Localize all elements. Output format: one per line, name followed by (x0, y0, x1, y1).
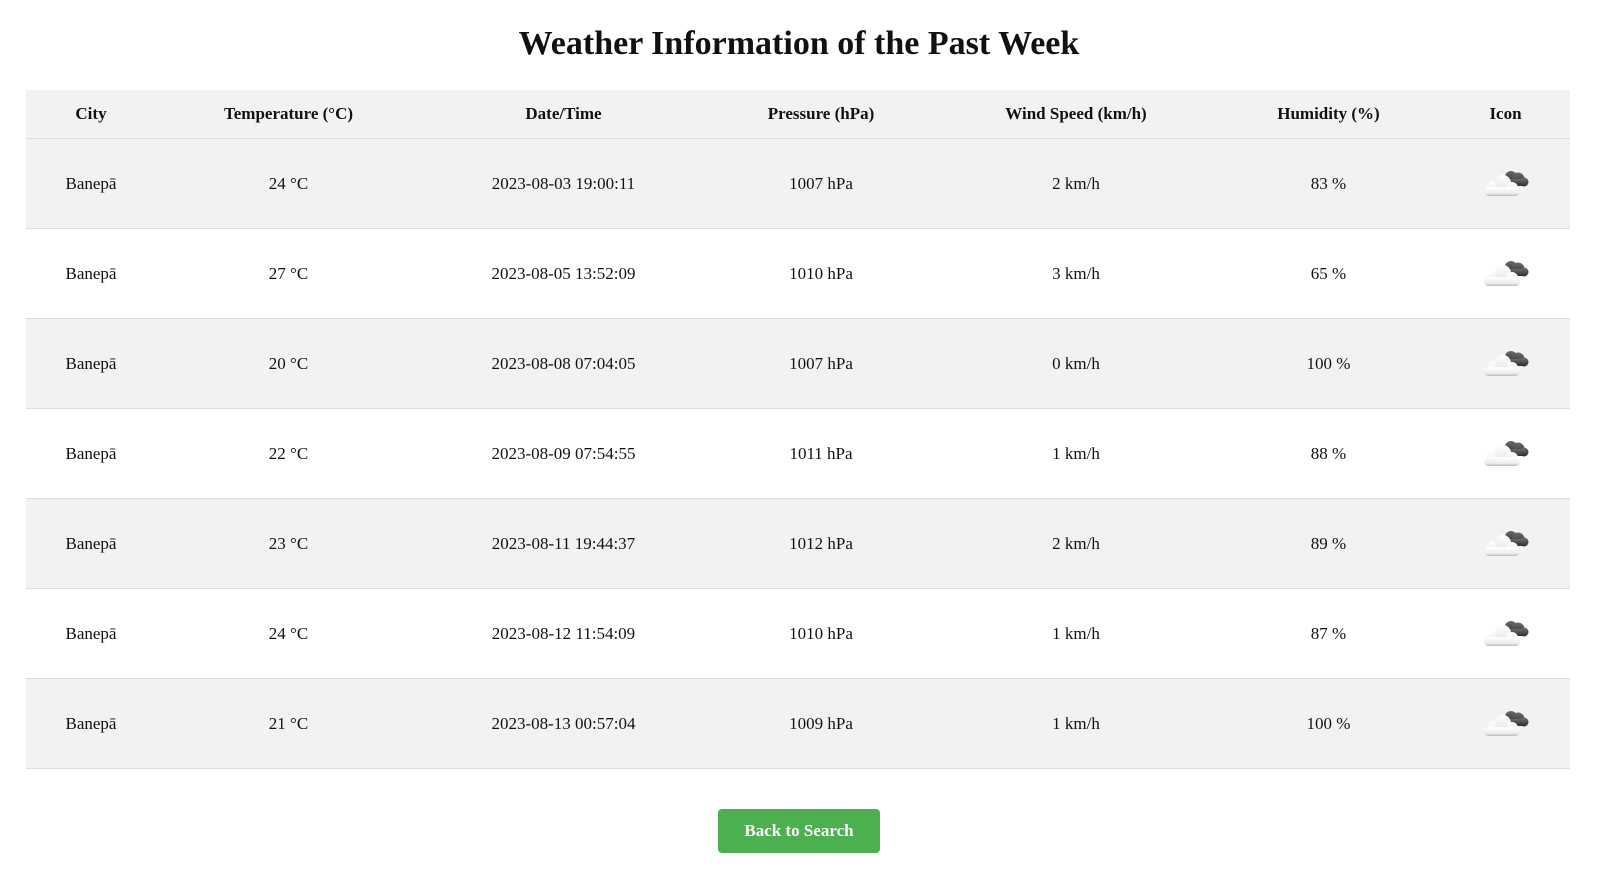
icon-cell (1441, 408, 1570, 499)
table-row: Banepā 24 °C 2023-08-03 19:00:11 1007 hPa 2 … (26, 138, 1570, 229)
page-title: Weather Information of the Past Week (518, 25, 1080, 62)
column-header-city: City (26, 90, 156, 139)
city-cell: Banepā (26, 408, 156, 499)
city-cell: Banepā (26, 318, 156, 409)
table-body: Banepā 24 °C 2023-08-03 19:00:11 1007 hPa 2 … (26, 138, 1570, 769)
partly-cloudy-icon (1480, 527, 1532, 561)
wind-speed-cell: 2 km/h (936, 138, 1216, 229)
pressure-cell: 1012 hPa (706, 498, 936, 589)
temperature-cell: 23 °C (156, 498, 421, 589)
wind-speed-cell: 1 km/h (936, 588, 1216, 679)
table-row: Banepā 23 °C 2023-08-11 19:44:37 1012 hPa 2 … (26, 498, 1570, 589)
humidity-cell: 100 % (1216, 678, 1441, 769)
column-header-humidity: Humidity (%) (1216, 90, 1441, 139)
pressure-cell: 1009 hPa (706, 678, 936, 769)
temperature-cell: 20 °C (156, 318, 421, 409)
partly-cloudy-icon (1480, 617, 1532, 651)
temperature-cell: 24 °C (156, 588, 421, 679)
pressure-cell: 1007 hPa (706, 318, 936, 409)
humidity-cell: 100 % (1216, 318, 1441, 409)
datetime-cell: 2023-08-13 00:57:04 (421, 678, 706, 769)
icon-cell (1441, 318, 1570, 409)
icon-cell (1441, 228, 1570, 319)
datetime-cell: 2023-08-12 11:54:09 (421, 588, 706, 679)
city-cell: Banepā (26, 588, 156, 679)
temperature-cell: 24 °C (156, 138, 421, 229)
humidity-cell: 65 % (1216, 228, 1441, 319)
city-cell: Banepā (26, 498, 156, 589)
icon-cell (1441, 498, 1570, 589)
table-row: Banepā 21 °C 2023-08-13 00:57:04 1009 hPa 1 … (26, 678, 1570, 769)
table-row: Banepā 24 °C 2023-08-12 11:54:09 1010 hPa 1 … (26, 588, 1570, 679)
partly-cloudy-icon (1480, 167, 1532, 201)
table-row: Banepā 27 °C 2023-08-05 13:52:09 1010 hPa 3 … (26, 228, 1570, 319)
partly-cloudy-icon (1480, 257, 1532, 291)
icon-cell (1441, 588, 1570, 679)
wind-speed-cell: 1 km/h (936, 678, 1216, 769)
pressure-cell: 1007 hPa (706, 138, 936, 229)
partly-cloudy-icon (1480, 347, 1532, 381)
humidity-cell: 89 % (1216, 498, 1441, 589)
datetime-cell: 2023-08-09 07:54:55 (421, 408, 706, 499)
icon-cell (1441, 678, 1570, 769)
humidity-cell: 88 % (1216, 408, 1441, 499)
city-cell: Banepā (26, 228, 156, 319)
wind-speed-cell: 1 km/h (936, 408, 1216, 499)
temperature-cell: 27 °C (156, 228, 421, 319)
datetime-cell: 2023-08-08 07:04:05 (421, 318, 706, 409)
table-row: Banepā 22 °C 2023-08-09 07:54:55 1011 hPa 1 … (26, 408, 1570, 499)
back-to-search-button[interactable]: Back to Search (718, 809, 880, 853)
temperature-cell: 21 °C (156, 678, 421, 769)
column-header-datetime: Date/Time (421, 90, 706, 139)
pressure-cell: 1010 hPa (706, 588, 936, 679)
column-header-temperature: Temperature (°C) (156, 90, 421, 139)
temperature-cell: 22 °C (156, 408, 421, 499)
humidity-cell: 83 % (1216, 138, 1441, 229)
datetime-cell: 2023-08-11 19:44:37 (421, 498, 706, 589)
city-cell: Banepā (26, 678, 156, 769)
pressure-cell: 1010 hPa (706, 228, 936, 319)
humidity-cell: 87 % (1216, 588, 1441, 679)
partly-cloudy-icon (1480, 707, 1532, 741)
datetime-cell: 2023-08-03 19:00:11 (421, 138, 706, 229)
wind-speed-cell: 2 km/h (936, 498, 1216, 589)
column-header-wind-speed: Wind Speed (km/h) (936, 90, 1216, 139)
table-row: Banepā 20 °C 2023-08-08 07:04:05 1007 hPa 0 … (26, 318, 1570, 409)
pressure-cell: 1011 hPa (706, 408, 936, 499)
column-header-icon: Icon (1441, 90, 1570, 139)
icon-cell (1441, 138, 1570, 229)
partly-cloudy-icon (1480, 437, 1532, 471)
table-header-row: City Temperature (°C) Date/Time Pressure… (26, 90, 1570, 139)
city-cell: Banepā (26, 138, 156, 229)
column-header-pressure: Pressure (hPa) (706, 90, 936, 139)
wind-speed-cell: 3 km/h (936, 228, 1216, 319)
wind-speed-cell: 0 km/h (936, 318, 1216, 409)
weather-table: City Temperature (°C) Date/Time Pressure… (26, 90, 1570, 769)
datetime-cell: 2023-08-05 13:52:09 (421, 228, 706, 319)
